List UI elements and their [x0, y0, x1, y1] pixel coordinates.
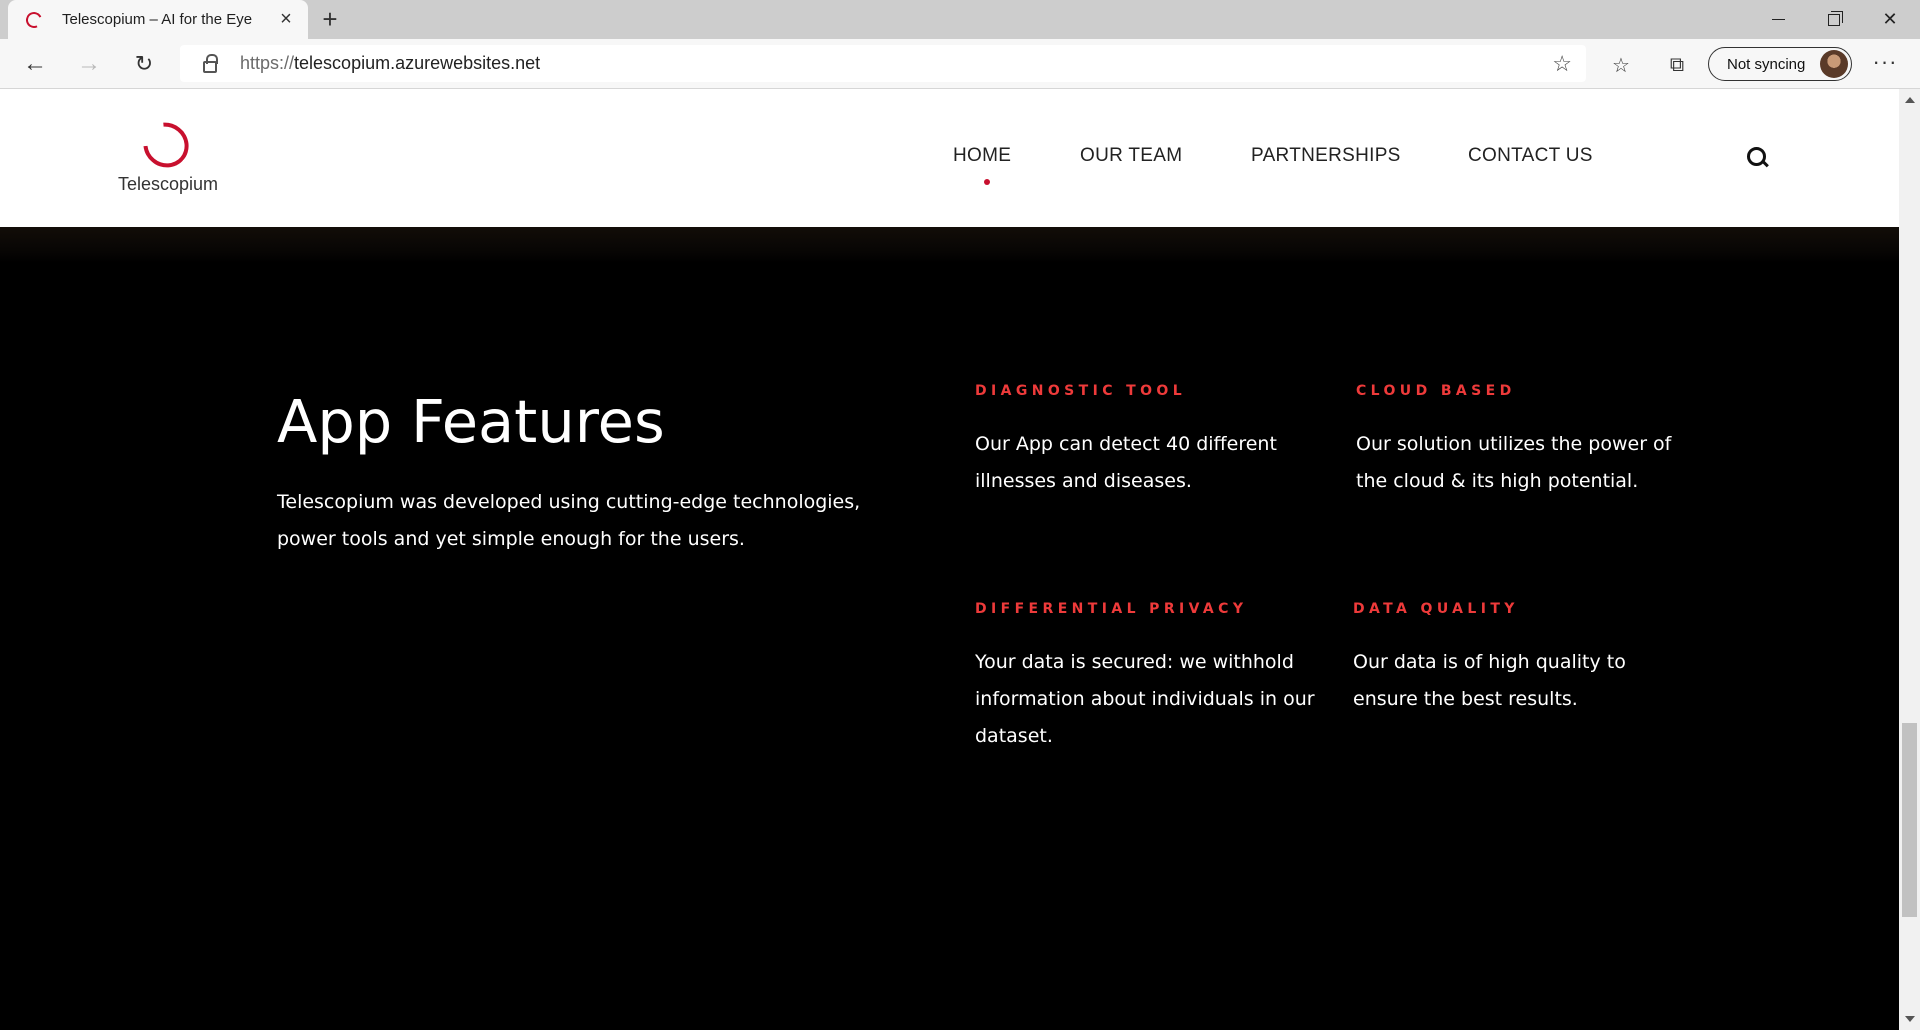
url-host: telescopium.azurewebsites.net: [294, 53, 541, 73]
section-title: App Features: [277, 387, 665, 456]
tab-title: Telescopium – AI for the Eye: [62, 11, 253, 28]
minimize-button[interactable]: [1750, 0, 1806, 39]
close-tab-icon[interactable]: ×: [276, 9, 296, 29]
feature-body: Our App can detect 40 different illnesse…: [975, 433, 1277, 492]
page-scrollbar[interactable]: [1899, 89, 1920, 1030]
section-top-strip: [0, 227, 1899, 263]
favicon-icon: [23, 9, 45, 30]
nav-item-contact-us[interactable]: CONTACT US: [1468, 145, 1593, 167]
logo-text[interactable]: Telescopium: [118, 174, 218, 195]
feature-heading: DIFFERENTIAL PRIVACY: [975, 601, 1248, 617]
section-intro: Telescopium was developed using cutting-…: [277, 491, 861, 550]
active-indicator: [984, 179, 990, 185]
window-close-button[interactable]: ✕: [1862, 0, 1918, 39]
reload-icon[interactable]: ↻: [127, 48, 161, 80]
feature-cloud-based: CLOUD BASED Our solution utilizes the po…: [1356, 383, 1696, 500]
more-icon[interactable]: ···: [1870, 51, 1900, 77]
browser-toolbar: ← → ↻ https://telescopium.azurewebsites.…: [0, 39, 1920, 89]
feature-data-quality: DATA QUALITY Our data is of high quality…: [1353, 601, 1693, 718]
browser-tab-strip: Telescopium – AI for the Eye × + ✕: [0, 0, 1920, 39]
feature-heading: CLOUD BASED: [1356, 383, 1516, 399]
feature-diagnostic-tool: DIAGNOSTIC TOOL Our App can detect 40 di…: [975, 383, 1315, 500]
feature-heading: DATA QUALITY: [1353, 601, 1519, 617]
url-protocol: https://: [240, 53, 295, 73]
feature-body: Our data is of high quality to ensure th…: [1353, 651, 1626, 710]
collections-icon[interactable]: ⧉: [1663, 51, 1691, 79]
browser-tab[interactable]: Telescopium – AI for the Eye ×: [8, 0, 308, 39]
nav-item-home[interactable]: HOME: [953, 145, 1011, 167]
lock-icon[interactable]: [203, 53, 218, 73]
scroll-thumb[interactable]: [1902, 723, 1917, 917]
nav-item-our-team[interactable]: OUR TEAM: [1080, 145, 1182, 167]
minimize-icon: [1771, 19, 1785, 20]
new-tab-button[interactable]: +: [317, 6, 343, 32]
favorites-icon[interactable]: ☆: [1607, 51, 1635, 79]
nav-item-partnerships[interactable]: PARTNERSHIPS: [1251, 145, 1401, 167]
star-icon[interactable]: ☆: [1552, 51, 1572, 77]
feature-differential-privacy: DIFFERENTIAL PRIVACY Your data is secure…: [975, 601, 1315, 755]
scroll-down-icon[interactable]: [1905, 1016, 1915, 1022]
feature-body: Your data is secured: we withhold inform…: [975, 651, 1315, 747]
url-text[interactable]: https://telescopium.azurewebsites.net: [240, 53, 540, 74]
forward-arrow-icon[interactable]: →: [72, 48, 106, 80]
feature-body: Our solution utilizes the power of the c…: [1356, 433, 1672, 492]
profile-sync-button[interactable]: Not syncing: [1708, 47, 1852, 81]
site-header: Telescopium HOME OUR TEAM PARTNERSHIPS C…: [0, 89, 1899, 227]
restore-icon: [1828, 10, 1843, 26]
sync-status-label: Not syncing: [1727, 55, 1806, 73]
logo-mark-icon[interactable]: [134, 113, 198, 177]
app-features-section: App Features Telescopium was developed u…: [0, 227, 1899, 1030]
restore-button[interactable]: [1806, 0, 1862, 39]
feature-heading: DIAGNOSTIC TOOL: [975, 383, 1187, 399]
avatar: [1820, 50, 1848, 78]
back-arrow-icon[interactable]: ←: [18, 48, 52, 80]
search-icon[interactable]: [1747, 147, 1769, 169]
scroll-up-icon[interactable]: [1905, 97, 1915, 103]
address-bar[interactable]: https://telescopium.azurewebsites.net ☆: [180, 45, 1586, 82]
